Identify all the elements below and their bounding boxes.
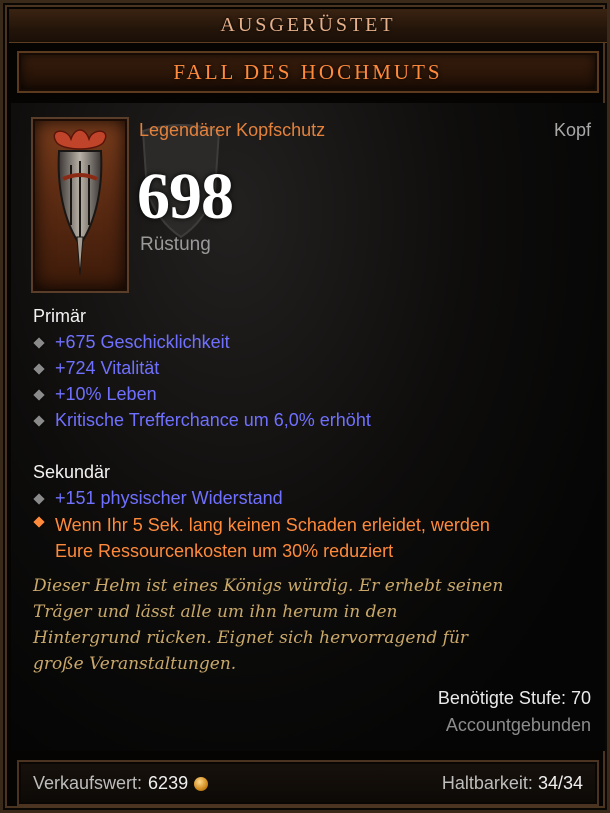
durability: Haltbarkeit: 34/34 <box>442 773 583 794</box>
item-name-banner: FALL DES HOCHMUTS <box>17 51 599 93</box>
bullet-icon <box>33 414 45 427</box>
flavor-text: Dieser Helm ist eines Königs würdig. Er … <box>33 576 504 674</box>
bullet-icon <box>33 388 45 401</box>
required-level: Benötigte Stufe: 70 <box>437 688 591 708</box>
tooltip-body: Legendärer Kopfschutz Kopf 698 Rüstung P… <box>11 103 605 751</box>
item-icon-frame <box>31 117 129 293</box>
legendary-bullet-icon <box>33 516 45 528</box>
legendary-affix-line1: Wenn Ihr 5 Sek. lang keinen Schaden erle… <box>55 515 490 535</box>
primary-stat: +724 Vitalität <box>33 358 159 379</box>
tooltip-footer: Verkaufswert: 6239 Haltbarkeit: 34/34 <box>17 760 599 806</box>
bullet-icon <box>33 336 45 349</box>
armor-label: Rüstung <box>140 234 211 255</box>
item-type: Legendärer Kopfschutz <box>139 120 326 140</box>
bullet-icon <box>33 362 45 375</box>
primary-stat: Kritische Trefferchance um 6,0% erhöht <box>33 410 371 431</box>
item-name: FALL DES HOCHMUTS <box>173 59 443 84</box>
gold-coin-icon <box>194 776 209 791</box>
legendary-helm-icon <box>53 129 107 276</box>
legendary-affix: Wenn Ihr 5 Sek. lang keinen Schaden erle… <box>33 512 490 564</box>
sell-value: Verkaufswert: 6239 <box>33 773 209 794</box>
bullet-icon <box>33 492 45 505</box>
primary-title: Primär <box>33 306 86 326</box>
secondary-stat: +151 physischer Widerstand <box>33 488 283 509</box>
legendary-affix-line2: Eure Ressourcenkosten um 30% reduziert <box>55 541 394 561</box>
durability-value: 34/34 <box>537 773 583 793</box>
equipped-header: AUSGERÜSTET <box>9 9 607 43</box>
durability-label: Haltbarkeit: <box>441 773 533 793</box>
primary-stat: +10% Leben <box>33 384 157 405</box>
sell-label: Verkaufswert: <box>33 773 143 793</box>
item-tooltip: AUSGERÜSTET FALL DES HOCHMUTS Legendärer… <box>0 0 610 813</box>
secondary-title: Sekundär <box>33 462 111 482</box>
sell-amount: 6239 <box>148 773 189 793</box>
armor-value: 698 <box>137 160 234 233</box>
primary-stat: +675 Geschicklichkeit <box>33 332 230 353</box>
account-bound: Accountgebunden <box>445 715 591 735</box>
item-slot: Kopf <box>553 120 591 140</box>
equipped-label: AUSGERÜSTET <box>220 14 396 36</box>
